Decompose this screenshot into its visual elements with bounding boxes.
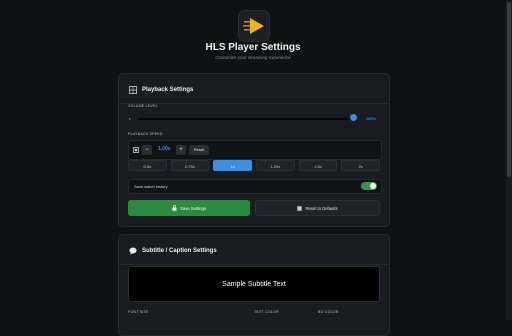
subtitle-card-title: Subtitle / Caption Settings — [142, 248, 217, 254]
reset-defaults-button[interactable]: Reset to Defaults — [255, 200, 380, 216]
speed-label: PLAYBACK SPEED — [128, 132, 163, 136]
play-logo-icon — [243, 18, 264, 34]
speed-value: 1.00x — [158, 146, 171, 152]
save-settings-button[interactable]: Save Settings — [128, 200, 250, 216]
speaker-icon: 🔈︎ — [129, 116, 132, 121]
reset-defaults-label: Reset to Defaults — [305, 205, 338, 211]
subtitle-preview: Sample Subtitle Text — [128, 266, 380, 302]
preset-1-25x[interactable]: 1.25x — [256, 160, 295, 171]
checkbox-icon — [297, 205, 303, 211]
divider — [119, 264, 389, 265]
volume-value: 100% — [365, 116, 376, 121]
page-title: HLS Player Settings — [205, 42, 301, 53]
lock-icon — [172, 205, 177, 211]
playback-card-header: Playback Settings — [129, 84, 193, 96]
preset-1x[interactable]: 1x — [213, 160, 253, 171]
speech-bubble-icon — [129, 247, 137, 255]
preset-0-5x[interactable]: 0.5x — [128, 160, 167, 171]
page-subtitle: Customize your streaming experience — [215, 55, 291, 60]
grid-icon — [129, 86, 137, 94]
speed-increase-button[interactable]: + — [176, 145, 186, 155]
text-color-label: TEXT COLOR — [254, 310, 279, 314]
volume-slider-thumb[interactable] — [350, 114, 357, 121]
playback-card-title: Playback Settings — [142, 87, 194, 93]
volume-row: 🔈︎ 100% — [128, 114, 380, 124]
preset-1-5x[interactable]: 1.5x — [298, 160, 338, 171]
volume-label: VOLUME LEVEL — [128, 104, 158, 108]
preset-2x[interactable]: 2x — [341, 160, 381, 171]
toggle-knob — [370, 183, 376, 189]
scrollbar-thumb[interactable] — [507, 2, 511, 177]
speed-icon — [133, 147, 139, 153]
save-history-row: Save watch history — [128, 179, 382, 194]
save-history-toggle[interactable] — [361, 182, 377, 190]
app-logo — [238, 10, 270, 42]
save-history-label: Save watch history — [134, 184, 168, 189]
volume-slider-track[interactable] — [138, 118, 356, 120]
speed-control: − 1.00x + Reset — [128, 140, 382, 160]
divider — [119, 103, 389, 104]
speed-presets: 0.5x 0.75x 1x 1.25x 1.5x 2x — [128, 160, 381, 171]
scrollbar-track[interactable] — [506, 0, 512, 320]
speed-decrease-button[interactable]: − — [142, 145, 152, 155]
save-settings-label: Save Settings — [180, 205, 206, 211]
font-size-label: FONT SIZE — [128, 310, 149, 314]
speed-reset-button[interactable]: Reset — [189, 145, 209, 155]
bg-color-label: BG COLOR — [318, 310, 339, 314]
subtitle-card-header: Subtitle / Caption Settings — [129, 245, 217, 257]
preset-0-75x[interactable]: 0.75x — [170, 160, 210, 171]
